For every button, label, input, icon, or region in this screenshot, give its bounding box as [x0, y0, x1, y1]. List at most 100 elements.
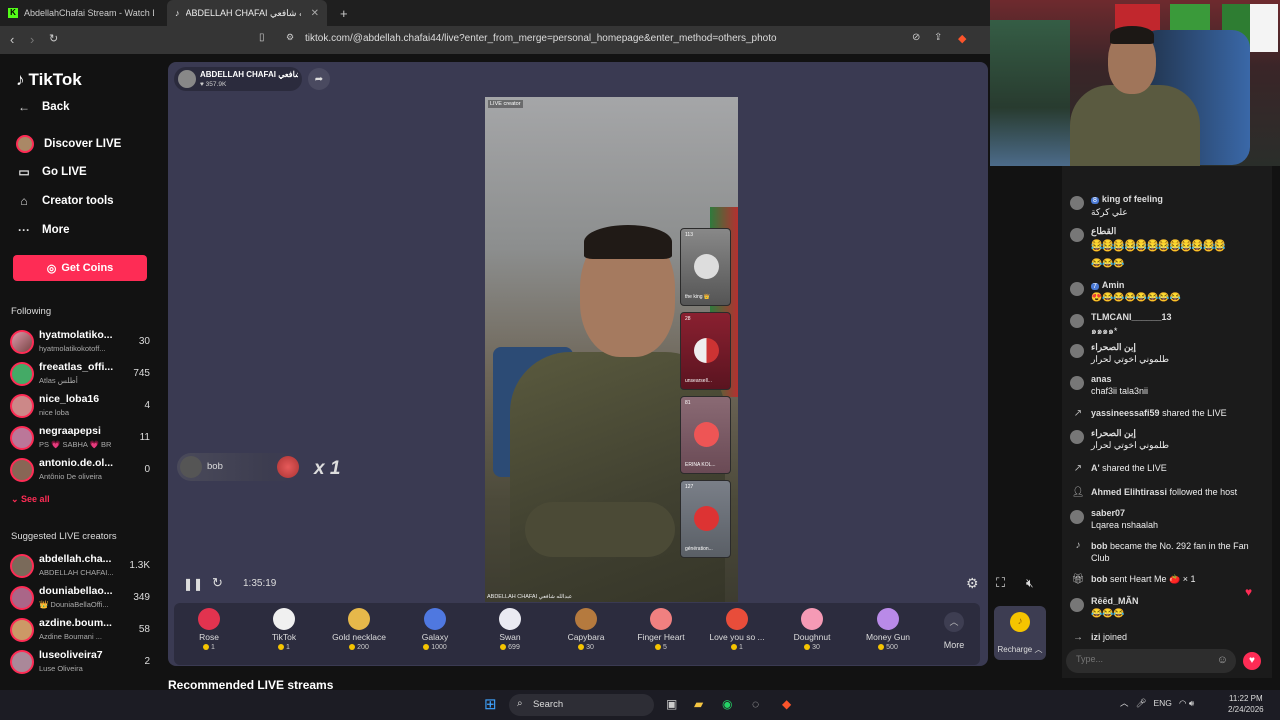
url-input[interactable]: tiktok.com/@abdellah.chafai44/live?enter… — [305, 33, 777, 44]
emoji-icon[interactable]: ☺ — [1217, 654, 1228, 666]
like-button[interactable]: ♥ — [1243, 652, 1261, 670]
windows-start-icon[interactable]: ⊞ — [484, 695, 497, 713]
brave-icon[interactable]: ◆ — [782, 697, 791, 711]
fullscreen-icon[interactable]: ⛶ — [996, 575, 1005, 591]
clock[interactable]: 11:22 PM 2/24/2026 — [1228, 693, 1264, 715]
gift-name: Gold necklace — [332, 632, 386, 642]
chat-message[interactable]: anas chaf3ii tala3nii — [1070, 374, 1265, 396]
elapsed-time: 1:35:19 — [243, 578, 277, 589]
site-info-icon[interactable]: ⚙ — [286, 32, 294, 43]
nav-go-live[interactable]: ▭ Go LIVE — [16, 165, 86, 179]
gift-name: Galaxy — [421, 632, 449, 642]
nav-creator-tools[interactable]: ⌂ Creator tools — [16, 194, 113, 208]
bookmark-icon[interactable]: ▯ — [259, 32, 265, 43]
file-explorer-icon[interactable]: ▰ — [694, 697, 703, 711]
mute-icon[interactable]: 🔇︎ — [1026, 576, 1034, 591]
streamer-arm — [525, 502, 675, 557]
gift-item[interactable]: Swan 699 — [475, 604, 545, 664]
level-badge: 7 — [1091, 283, 1099, 290]
chat-message[interactable]: 7 Amin 😍😂😂😂😂😂😂😂 — [1070, 280, 1265, 302]
guest-tile[interactable]: 28 unsearsell... — [680, 312, 731, 390]
task-view-icon[interactable]: ▣ — [666, 697, 677, 711]
avatar — [1070, 598, 1084, 612]
following-item[interactable]: nice_loba16 nice loba 4 — [10, 392, 150, 422]
chat-message[interactable]: ♪ bob became the No. 292 fan in the Fan C… — [1070, 540, 1265, 563]
chat-message[interactable]: إبن الصحراء طلموني اخوتي لحرار — [1070, 342, 1265, 364]
get-coins-button[interactable]: ◎ Get Coins — [13, 255, 147, 281]
chat-message[interactable]: TLMCANI______13 ๑๑๑๑* — [1070, 312, 1265, 336]
nav-more[interactable]: ··· More — [16, 223, 69, 237]
gift-item[interactable]: Capybara 30 — [551, 604, 621, 664]
gift-item[interactable]: TikTok 1 — [249, 604, 319, 664]
following-item[interactable]: negraapepsi PS 💗 SABHA 💗 BR 11 — [10, 424, 150, 454]
more-gifts-button[interactable]: ︿ More — [938, 612, 970, 650]
tiktok-logo[interactable]: ♪ TikTok — [16, 70, 82, 90]
close-tab-icon[interactable]: ✕ — [311, 8, 319, 19]
recharge-button[interactable]: ♪ Recharge ︿ — [994, 606, 1046, 660]
nav-discover-live[interactable]: Discover LIVE — [16, 135, 121, 153]
back-icon[interactable]: ‹ — [10, 32, 14, 47]
reload-icon[interactable]: ↻ — [49, 32, 58, 45]
chat-message[interactable]: 👤︎ Ahmed Elihtirassi followed the host — [1070, 487, 1265, 509]
chat-message[interactable]: 🎁︎ bob sent Heart Me 🍅 × 1 — [1070, 574, 1265, 596]
refresh-icon[interactable]: ↻ — [212, 575, 223, 591]
brave-shield-icon[interactable]: ◆ — [958, 32, 966, 45]
forward-icon[interactable]: › — [30, 32, 34, 47]
chat-message[interactable]: إبن الصحراء طلموني اخوتي لحرار — [1070, 428, 1265, 450]
guest-tile[interactable]: 127 génération... — [680, 480, 731, 558]
chat-message[interactable]: 8 king of feeling علي كركة — [1070, 194, 1265, 217]
gift-name: Love you so ... — [709, 632, 765, 642]
suggested-item[interactable]: luseoliveira7 Luse Oliveira 2 — [10, 648, 150, 678]
chat-message[interactable]: ↗ A' shared the LIVE — [1070, 463, 1265, 485]
back-link[interactable]: ← Back — [16, 100, 70, 114]
gift-item[interactable]: Gold necklace 200 — [324, 604, 394, 664]
gift-item[interactable]: Love you so ... 1 — [702, 604, 772, 664]
host-likes: ♥ 357.9K — [200, 81, 227, 88]
microphone-icon[interactable]: 🎤︎ — [1136, 698, 1147, 708]
volume-icon[interactable]: 🔊︎ — [1189, 698, 1194, 708]
chat-input[interactable] — [1076, 654, 1206, 664]
following-item[interactable]: hyatmolatiko... hyatmolatikokotoff... 30 — [10, 328, 150, 358]
gift-item[interactable]: Doughnut 30 — [777, 604, 847, 664]
chevron-up-icon[interactable]: ︿ — [1120, 698, 1129, 708]
see-all-link[interactable]: ⌄ See all — [11, 494, 50, 505]
gift-item[interactable]: Money Gun 500 — [853, 604, 923, 664]
share-icon[interactable]: ⇪ — [934, 32, 942, 43]
guest-avatar — [694, 338, 719, 363]
coin-icon — [278, 644, 285, 651]
language-indicator[interactable]: ENG — [1154, 698, 1172, 708]
chat-message[interactable]: Rēēd_MÃN 😂😂😂 — [1070, 596, 1265, 618]
chat-message[interactable]: saber07 Lqarea nshaalah — [1070, 508, 1265, 530]
heart-icon: ♥ — [1245, 585, 1253, 599]
taskbar-search[interactable]: ⌕ Search — [509, 694, 654, 716]
gift-item[interactable]: Finger Heart 5 — [626, 604, 696, 664]
pause-icon[interactable]: ❚❚ — [183, 577, 203, 591]
gift-item[interactable]: Rose 1 — [174, 604, 244, 664]
coin-icon — [500, 644, 507, 651]
chat-message[interactable]: ↗ yassineessafi59 shared the LIVE — [1070, 408, 1265, 430]
gift-price: 500 — [853, 644, 923, 651]
settings-icon[interactable]: ⚙ — [966, 575, 979, 592]
whatsapp-icon[interactable]: ◉ — [722, 697, 732, 711]
guest-tile[interactable]: 81 ERINA KOL... — [680, 396, 731, 474]
gift-icon — [198, 608, 220, 630]
share-button[interactable]: ➦ — [308, 68, 330, 90]
following-item[interactable]: antonio.de.ol... Antônio De oliveira 0 — [10, 456, 150, 486]
browser-tab-active[interactable]: ♪ ABDELLAH CHAFAI عبدالله شافعي ✕ — [167, 0, 327, 26]
extension-icon[interactable]: ⊘ — [912, 32, 920, 43]
gift-item[interactable]: Galaxy 1000 — [400, 604, 470, 664]
host-info[interactable]: ABDELLAH CHAFAI عبدالله شافعي ♥ 357.9K — [174, 67, 302, 91]
gift-price: 1 — [702, 644, 772, 651]
gift-price: 1000 — [400, 644, 470, 651]
suggested-item[interactable]: azdine.boum... Azdine Boumani ... 58 — [10, 616, 150, 646]
chat-message[interactable]: 😂😂😂 — [1070, 258, 1265, 280]
suggested-item[interactable]: douniabellao... 👑 DouniaBellaOffi... 349 — [10, 584, 150, 614]
following-item[interactable]: freeatlas_offi... Atlas أطلس 745 — [10, 360, 150, 390]
guest-tile[interactable]: 113 the king 👑 — [680, 228, 731, 306]
suggested-item[interactable]: abdellah.cha... ABDELLAH CHAFAI... 1.3K — [10, 552, 150, 582]
new-tab-button[interactable]: + — [332, 0, 356, 26]
wifi-icon[interactable]: ◠ — [1179, 698, 1186, 708]
sidebar: ♪ TikTok ← Back Discover LIVE ▭ Go LIVE ⌂ Cr… — [0, 54, 160, 690]
browser-tab[interactable]: K AbdellahChafai Stream - Watch Live — [0, 0, 165, 26]
app-icon[interactable]: ◌ — [752, 697, 759, 711]
